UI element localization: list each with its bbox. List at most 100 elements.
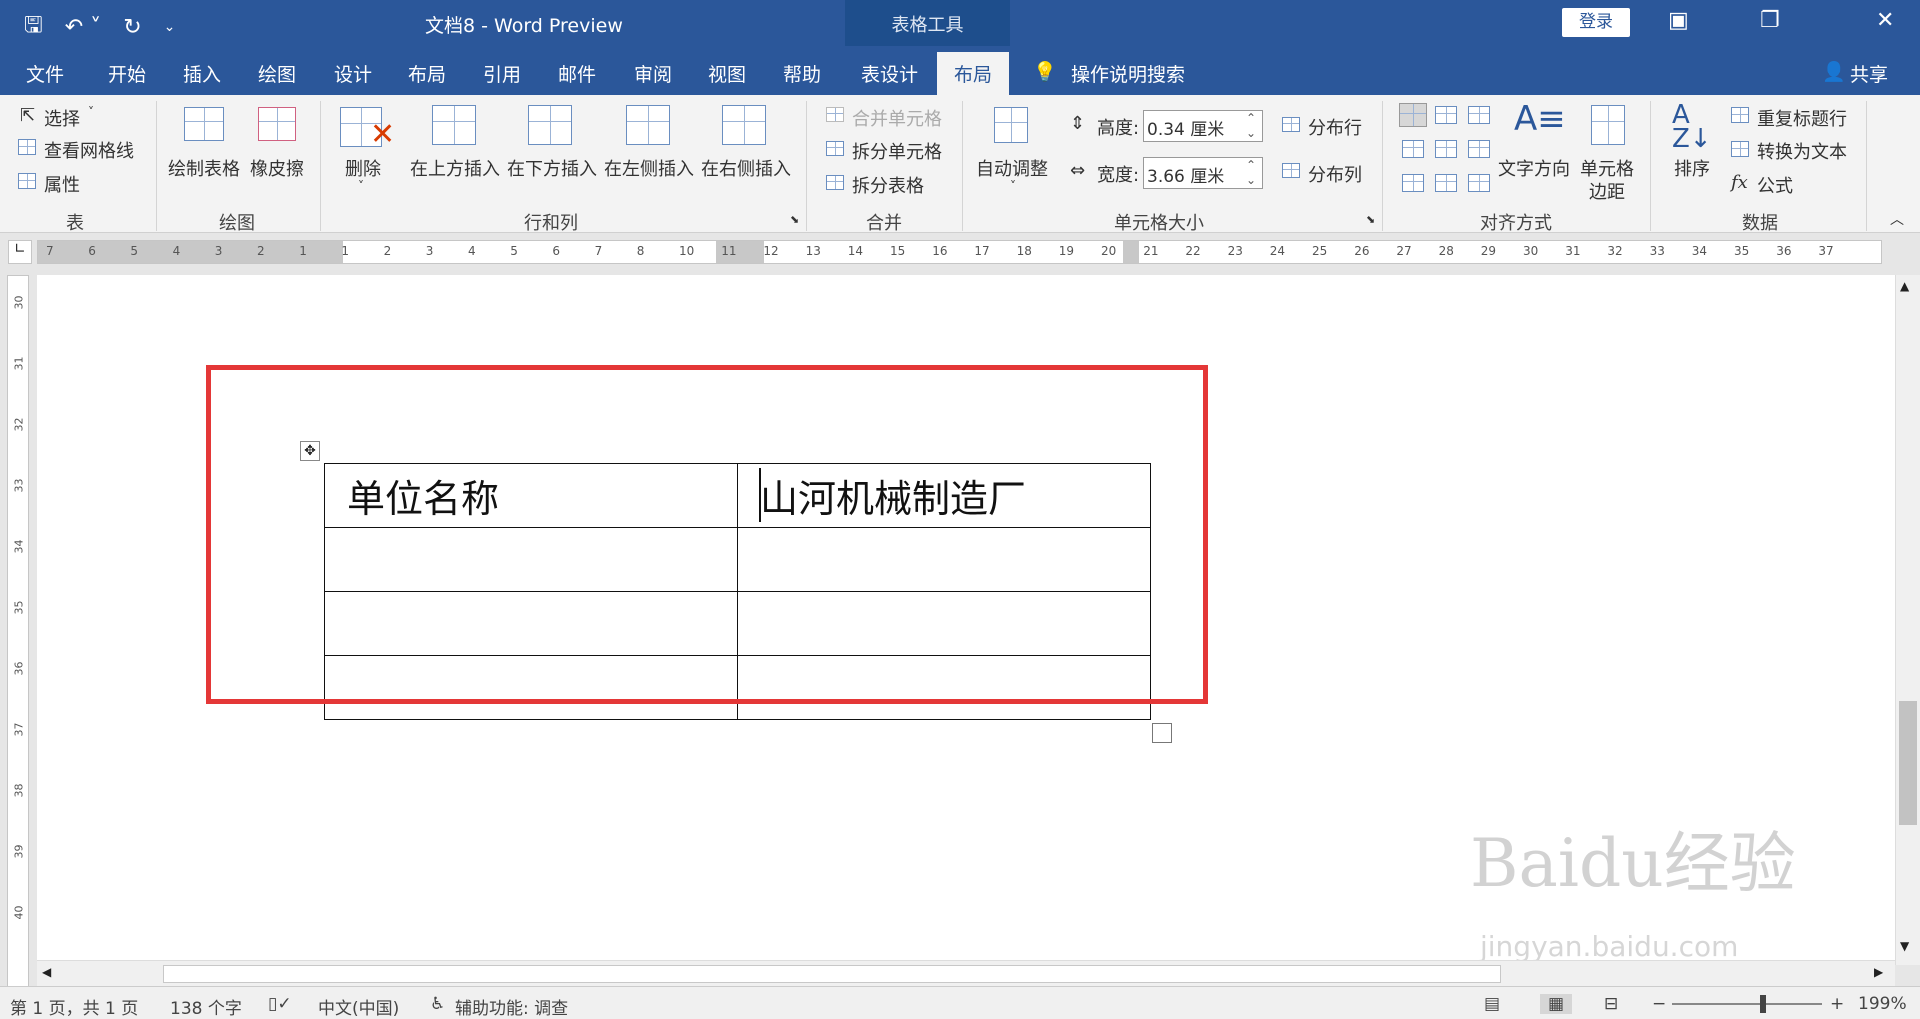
horizontal-ruler[interactable]: 7 6 5 4 3 2 1 1 2 3 4 5 6 7 8 10 11 12 13 14 15 16 17 18 19 20 21 2… bbox=[37, 240, 1882, 264]
scroll-left-icon[interactable]: ◀ bbox=[42, 965, 51, 979]
zoom-out-icon[interactable]: − bbox=[1652, 994, 1666, 1014]
share-button[interactable]: 共享 bbox=[1850, 60, 1888, 87]
vertical-scroll-thumb[interactable] bbox=[1899, 701, 1917, 825]
tab-insert[interactable]: 插入 bbox=[183, 60, 221, 87]
insert-left-button[interactable]: 在左侧插入 bbox=[604, 155, 694, 181]
close-icon[interactable]: ✕ bbox=[1876, 8, 1894, 33]
insert-below-button[interactable]: 在下方插入 bbox=[507, 155, 597, 181]
select-button[interactable]: 选择 bbox=[44, 105, 80, 131]
delete-button[interactable]: 删除 bbox=[345, 155, 381, 181]
read-mode-icon[interactable]: ▤ bbox=[1484, 994, 1500, 1014]
insert-above-button[interactable]: 在上方插入 bbox=[410, 155, 500, 181]
formula-button[interactable]: 公式 bbox=[1757, 172, 1793, 198]
distribute-rows-button[interactable]: 分布行 bbox=[1308, 114, 1362, 140]
redo-icon[interactable]: ↻ bbox=[123, 15, 141, 40]
zoom-slider[interactable] bbox=[1672, 1003, 1822, 1005]
customize-qat-icon[interactable]: ⌄ bbox=[164, 19, 176, 35]
page-count[interactable]: 第 1 页，共 1 页 bbox=[10, 994, 138, 1019]
align-bottom-right-icon[interactable] bbox=[1468, 174, 1490, 192]
convert-to-text-button[interactable]: 转换为文本 bbox=[1757, 138, 1847, 164]
cell-margins-button-line2[interactable]: 边距 bbox=[1589, 178, 1625, 204]
collapse-ribbon-icon[interactable]: ︿ bbox=[1890, 209, 1904, 229]
tab-layout[interactable]: 布局 bbox=[408, 60, 446, 87]
horizontal-scroll-thumb[interactable] bbox=[163, 965, 1501, 983]
split-table-button[interactable]: 拆分表格 bbox=[852, 172, 924, 198]
insert-right-button[interactable]: 在右侧插入 bbox=[701, 155, 791, 181]
restore-icon[interactable]: ❐ bbox=[1760, 8, 1780, 33]
vruler-tick-label: 37 bbox=[12, 722, 26, 737]
split-cells-button[interactable]: 拆分单元格 bbox=[852, 138, 942, 164]
width-spinner[interactable]: 3.66 厘米 ⌃ ⌄ bbox=[1143, 157, 1263, 189]
accessibility-status[interactable]: 辅助功能: 调查 bbox=[455, 994, 568, 1019]
align-middle-right-icon[interactable] bbox=[1468, 140, 1490, 158]
ruler-tick-label: 26 bbox=[1354, 244, 1370, 258]
align-top-center-icon[interactable] bbox=[1435, 106, 1457, 124]
view-gridlines-button[interactable]: 查看网格线 bbox=[44, 137, 134, 163]
align-top-right-icon[interactable] bbox=[1468, 106, 1490, 124]
login-button[interactable]: 登录 bbox=[1562, 8, 1630, 37]
select-icon[interactable]: ⇱ bbox=[20, 105, 35, 126]
spinner-arrows-icon[interactable]: ⌃ ⌄ bbox=[1246, 158, 1256, 188]
horizontal-scrollbar[interactable]: ◀ ▶ bbox=[37, 960, 1895, 986]
width-icon: ⇔ bbox=[1070, 160, 1086, 181]
ruler-tick-label: 36 bbox=[1776, 244, 1792, 258]
zoom-slider-thumb[interactable] bbox=[1760, 995, 1766, 1013]
web-layout-icon[interactable]: ⊟ bbox=[1604, 994, 1618, 1014]
vertical-ruler[interactable]: 30 31 32 33 34 35 36 37 38 39 40 bbox=[7, 275, 29, 1015]
ruler-tick-label: 11 bbox=[721, 244, 737, 258]
align-bottom-center-icon[interactable] bbox=[1435, 174, 1457, 192]
align-bottom-left-icon[interactable] bbox=[1402, 174, 1424, 192]
properties-button[interactable]: 属性 bbox=[44, 171, 80, 197]
tab-table-layout[interactable]: 布局 bbox=[937, 52, 1010, 95]
save-icon[interactable]: 🖫 bbox=[24, 8, 43, 46]
scroll-down-icon[interactable]: ▼ bbox=[1900, 939, 1909, 953]
ruler-tick-label: 30 bbox=[1523, 244, 1539, 258]
select-chevron-icon[interactable]: ˅ bbox=[88, 105, 94, 119]
proofing-icon[interactable]: ▯✓ bbox=[268, 994, 292, 1014]
align-top-left-icon[interactable] bbox=[1399, 103, 1427, 127]
vertical-scrollbar[interactable]: ▲ ▼ bbox=[1895, 275, 1920, 965]
autofit-button[interactable]: 自动调整 bbox=[976, 155, 1048, 181]
tab-references[interactable]: 引用 bbox=[483, 60, 521, 87]
sort-button[interactable]: 排序 bbox=[1674, 155, 1710, 181]
tell-me-search[interactable]: 操作说明搜索 bbox=[1071, 60, 1185, 87]
dialog-launcher-icon[interactable]: ⬊ bbox=[790, 213, 799, 226]
repeat-header-button[interactable]: 重复标题行 bbox=[1757, 105, 1847, 131]
tab-view[interactable]: 视图 bbox=[708, 60, 746, 87]
tab-help[interactable]: 帮助 bbox=[783, 60, 821, 87]
tab-draw[interactable]: 绘图 bbox=[258, 60, 296, 87]
zoom-level[interactable]: 199% bbox=[1858, 994, 1907, 1014]
ruler-tick-label: 3 bbox=[425, 244, 434, 258]
scroll-right-icon[interactable]: ▶ bbox=[1874, 965, 1883, 979]
tab-stop-selector-icon[interactable]: ∟ bbox=[8, 240, 32, 264]
print-layout-icon[interactable]: ▦ bbox=[1540, 994, 1573, 1014]
draw-table-button[interactable]: 绘制表格 bbox=[168, 155, 240, 181]
tab-review[interactable]: 审阅 bbox=[634, 60, 672, 87]
undo-icon[interactable]: ↶ ˅ bbox=[65, 15, 101, 40]
text-direction-button[interactable]: 文字方向 bbox=[1498, 155, 1570, 181]
table-resize-handle-icon[interactable] bbox=[1152, 723, 1172, 743]
autofit-chevron-icon[interactable]: ˅ bbox=[1010, 179, 1016, 193]
word-count[interactable]: 138 个字 bbox=[170, 994, 242, 1019]
eraser-button[interactable]: 橡皮擦 bbox=[250, 155, 304, 181]
align-middle-center-icon[interactable] bbox=[1435, 140, 1457, 158]
language-status[interactable]: 中文(中国) bbox=[318, 994, 399, 1019]
height-spinner[interactable]: 0.34 厘米 ⌃ ⌄ bbox=[1143, 110, 1263, 142]
dialog-launcher-icon[interactable]: ⬊ bbox=[1366, 213, 1375, 226]
share-icon[interactable]: 👤 bbox=[1822, 60, 1846, 83]
tab-file[interactable]: 文件 bbox=[26, 60, 64, 87]
zoom-in-icon[interactable]: + bbox=[1830, 994, 1844, 1014]
ruler-tick-label: 7 bbox=[594, 244, 603, 258]
merge-cells-button[interactable]: 合并单元格 bbox=[852, 105, 942, 131]
sort-icon: A Z↓ bbox=[1672, 100, 1712, 154]
tab-design[interactable]: 设计 bbox=[334, 60, 372, 87]
delete-chevron-icon[interactable]: ˅ bbox=[358, 179, 364, 193]
distribute-cols-button[interactable]: 分布列 bbox=[1308, 161, 1362, 187]
tab-mailings[interactable]: 邮件 bbox=[558, 60, 596, 87]
tab-home[interactable]: 开始 bbox=[108, 60, 146, 87]
align-middle-left-icon[interactable] bbox=[1402, 140, 1424, 158]
scroll-up-icon[interactable]: ▲ bbox=[1900, 279, 1909, 293]
ribbon-display-icon[interactable]: ▣ bbox=[1668, 8, 1689, 33]
tab-table-design[interactable]: 表设计 bbox=[861, 60, 918, 87]
spinner-arrows-icon[interactable]: ⌃ ⌄ bbox=[1246, 111, 1256, 141]
